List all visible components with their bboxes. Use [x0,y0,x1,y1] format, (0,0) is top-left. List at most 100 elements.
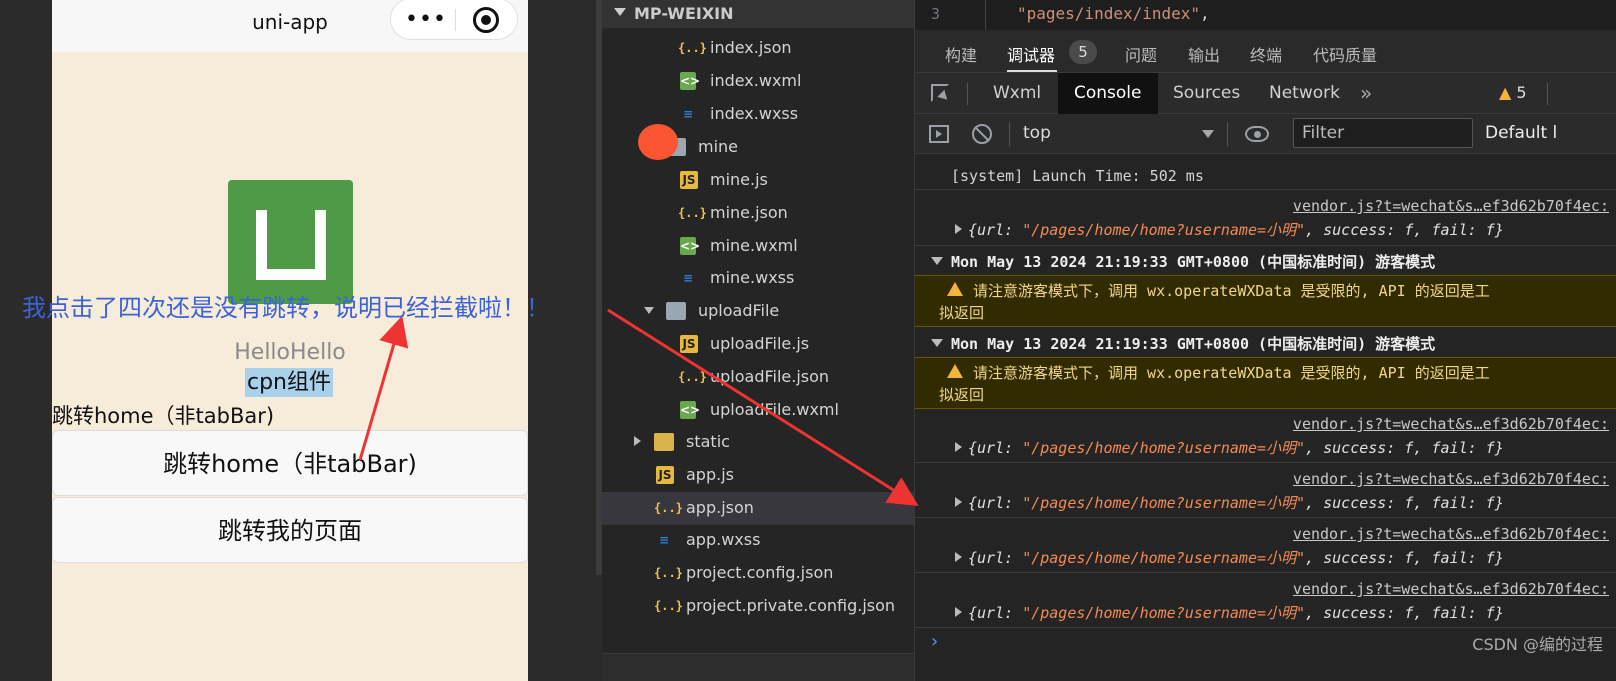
source-link[interactable]: vendor.js?t=wechat&s…ef3d62b70f4ec: [1293,525,1609,543]
capsule-menu: ••• [390,0,518,40]
hello-text: HelloHello [234,340,346,365]
json-icon: {..} [678,41,707,55]
console-prompt[interactable]: › [929,631,940,652]
tab-terminal[interactable]: 终端 [1250,42,1282,66]
close-miniprogram-icon[interactable] [473,7,499,33]
tree-item-uploadfile-js[interactable]: JS uploadFile.js [602,328,914,361]
expand-arrow-icon [955,552,962,562]
toolbar-divider [967,83,968,105]
obj-suffix: , success: f, fail: f} [1305,221,1504,239]
tree-item-project-config[interactable]: {..} project.config.json [602,557,914,590]
tab-output[interactable]: 输出 [1188,42,1220,66]
group-header-text: Mon May 13 2024 21:19:33 GMT+0800 (中国标准时… [951,335,1436,353]
tree-item-label: mine [698,137,739,156]
dropdown-caret-icon[interactable] [1202,130,1214,138]
log-object[interactable]: {url: "/pages/home/home?username=小明", su… [955,547,1504,568]
source-link[interactable]: vendor.js?t=wechat&s…ef3d62b70f4ec: [1293,580,1609,598]
tree-item-index-wxml[interactable]: <> index.wxml [602,65,914,98]
tab-problems[interactable]: 问题 [1125,42,1157,66]
tree-item-label: uploadFile.json [710,367,830,386]
wxss-icon: ≡ [682,107,694,121]
cpn-component-text: cpn组件 [245,368,334,397]
inspect-element-icon[interactable] [931,84,949,102]
toolbar-divider [1547,83,1548,105]
show-sidebar-icon[interactable] [929,125,949,143]
tree-item-mine-js[interactable]: JS mine.js [602,164,914,197]
group-header-text: Mon May 13 2024 21:19:33 GMT+0800 (中国标准时… [951,253,1436,271]
source-link[interactable]: vendor.js?t=wechat&s…ef3d62b70f4ec: [1293,470,1609,488]
obj-url: "/pages/home/home?username=小明" [1022,221,1306,239]
log-object[interactable]: {url: "/pages/home/home?username=小明", su… [955,492,1504,513]
navigate-mine-button[interactable]: 跳转我的页面 [52,497,528,563]
folder-icon [666,302,686,320]
simulator-left-gutter [0,0,52,681]
warning-count-text: 5 [1516,83,1527,102]
console-group-header[interactable]: Mon May 13 2024 21:19:33 GMT+0800 (中国标准时… [915,329,1616,359]
warning-text-cont: 拟返回 [939,304,985,322]
tree-item-mine-json[interactable]: {..} mine.json [602,197,914,230]
tab-code-quality[interactable]: 代码质量 [1313,42,1377,66]
obj-url: "/pages/home/home?username=小明" [1022,439,1306,457]
tree-item-index-json[interactable]: {..} index.json [602,32,914,65]
tree-item-app-js[interactable]: JS app.js [602,459,914,492]
navigate-home-text[interactable]: 跳转home（非tabBar) [52,400,274,430]
tree-item-mine-wxss[interactable]: ≡ mine.wxss [602,262,914,295]
explorer-root[interactable]: MP-WEIXIN [602,0,914,28]
more-dots-icon[interactable]: ••• [405,7,447,32]
warning-icon [947,282,963,296]
navigate-home-button[interactable]: 跳转home（非tabBar) [52,430,528,496]
tree-item-label: project.config.json [686,563,834,582]
tree-item-uploadfile-wxml[interactable]: <> uploadFile.wxml [602,394,914,427]
console-log-entry: vendor.js?t=wechat&s…ef3d62b70f4ec: {url… [915,195,1616,245]
warning-counter[interactable]: ▲ 5 [1499,83,1527,102]
tree-item-folder-static[interactable]: static [602,426,914,459]
folder-icon [654,433,674,451]
expand-arrow-icon [644,307,654,314]
file-explorer: MP-WEIXIN {..} index.json <> index.wxml … [602,0,914,681]
live-expression-eye-icon[interactable] [1245,126,1269,142]
source-link[interactable]: vendor.js?t=wechat&s…ef3d62b70f4ec: [1293,197,1609,215]
console-log-entry: vendor.js?t=wechat&s…ef3d62b70f4ec: {url… [915,523,1616,573]
tab-sources[interactable]: Sources [1157,73,1256,114]
tab-wxml[interactable]: Wxml [977,73,1057,114]
tree-item-mine-wxml[interactable]: <> mine.wxml [602,230,914,263]
row-separator [915,462,1616,463]
tab-debugger[interactable]: 调试器 [1007,42,1055,66]
devtools-panel: 3 "pages/index/index", 构建 调试器 5 问题 输出 终端… [914,0,1616,681]
source-link[interactable]: vendor.js?t=wechat&s…ef3d62b70f4ec: [1293,415,1609,433]
annotation-text: 我点击了四次还是没有跳转，说明已经拦截啦！！ [22,294,550,322]
context-select[interactable]: top [1023,123,1051,143]
console-toolbar: top Filter Default l [915,114,1616,154]
expand-arrow-icon [955,607,962,617]
tab-console[interactable]: Console [1058,73,1158,114]
tree-item-folder-uploadfile[interactable]: uploadFile [602,295,914,328]
clear-console-icon[interactable] [972,124,992,144]
tree-item-uploadfile-json[interactable]: {..} uploadFile.json [602,361,914,394]
tree-item-project-private-config[interactable]: {..} project.private.config.json [602,590,914,623]
tree-item-label: app.json [686,498,754,517]
code-line[interactable]: "pages/index/index", [1017,4,1210,23]
more-tabs-icon[interactable]: » [1360,81,1372,105]
row-separator [915,245,1616,246]
tree-item-label: uploadFile [698,301,780,320]
log-levels-dropdown[interactable]: Default l [1485,123,1557,143]
log-object[interactable]: {url: "/pages/home/home?username=小明", su… [955,437,1504,458]
simulator-screen: uni-app ••• HelloHello cpn组件 跳转home（非tab… [52,0,528,681]
tree-item-app-json[interactable]: {..} app.json [602,492,914,525]
simulator-navbar: uni-app ••• [52,0,528,52]
filter-input[interactable]: Filter [1293,118,1473,148]
tree-item-label: app.wxss [686,530,761,549]
log-object[interactable]: {url: "/pages/home/home?username=小明", su… [955,602,1504,623]
console-log-launch: [system] Launch Time: 502 ms [951,167,1204,185]
tree-item-app-wxss[interactable]: ≡ app.wxss [602,524,914,557]
wxss-icon: ≡ [658,533,670,547]
toolbar-divider [1227,122,1228,146]
obj-url: "/pages/home/home?username=小明" [1022,604,1306,622]
tab-build[interactable]: 构建 [945,42,977,66]
tab-network[interactable]: Network [1253,73,1356,114]
obj-prefix: {url: [968,221,1023,239]
wxml-icon: <> [680,237,701,255]
log-object[interactable]: {url: "/pages/home/home?username=小明", su… [955,219,1504,240]
wxml-icon: <> [680,401,701,419]
console-group-header[interactable]: Mon May 13 2024 21:19:33 GMT+0800 (中国标准时… [915,247,1616,277]
